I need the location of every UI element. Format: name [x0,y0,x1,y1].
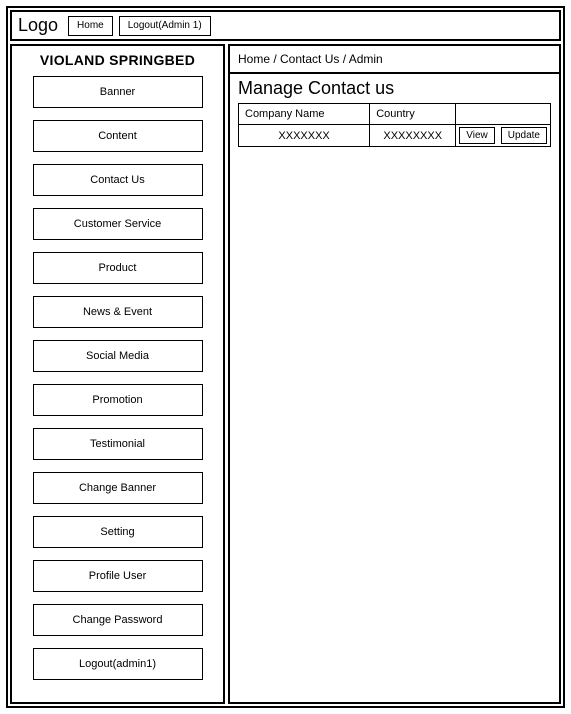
sidebar-item-profile-user[interactable]: Profile User [33,560,203,592]
update-button[interactable]: Update [501,127,547,144]
main-body: Manage Contact us Company Name Country X… [230,74,559,151]
sidebar-title: VIOLAND SPRINGBED [22,52,213,68]
main-panel: Home / Contact Us / Admin Manage Contact… [228,44,561,704]
sidebar-item-logout[interactable]: Logout(admin1) [33,648,203,680]
sidebar-item-content[interactable]: Content [33,120,203,152]
home-button[interactable]: Home [68,16,113,36]
sidebar-item-change-password[interactable]: Change Password [33,604,203,636]
sidebar-item-customer-service[interactable]: Customer Service [33,208,203,240]
sidebar-item-change-banner[interactable]: Change Banner [33,472,203,504]
logo: Logo [18,15,58,36]
page-title: Manage Contact us [238,78,551,99]
cell-country: XXXXXXXX [370,125,456,147]
sidebar-item-news-event[interactable]: News & Event [33,296,203,328]
logout-button[interactable]: Logout(Admin 1) [119,16,211,36]
col-actions [456,104,551,125]
sidebar-item-contact-us[interactable]: Contact Us [33,164,203,196]
col-company-name: Company Name [239,104,370,125]
app-frame: Logo Home Logout(Admin 1) VIOLAND SPRING… [6,6,565,708]
breadcrumb: Home / Contact Us / Admin [230,46,559,74]
col-country: Country [370,104,456,125]
content-row: VIOLAND SPRINGBED Banner Content Contact… [10,44,561,704]
view-button[interactable]: View [459,127,495,144]
cell-company: XXXXXXX [239,125,370,147]
cell-actions: View Update [456,125,551,147]
top-bar: Logo Home Logout(Admin 1) [10,10,561,41]
sidebar-item-social-media[interactable]: Social Media [33,340,203,372]
contact-table: Company Name Country XXXXXXX XXXXXXXX Vi… [238,103,551,147]
sidebar-item-product[interactable]: Product [33,252,203,284]
table-row: XXXXXXX XXXXXXXX View Update [239,125,551,147]
sidebar-item-promotion[interactable]: Promotion [33,384,203,416]
sidebar: VIOLAND SPRINGBED Banner Content Contact… [10,44,225,704]
sidebar-item-testimonial[interactable]: Testimonial [33,428,203,460]
table-header-row: Company Name Country [239,104,551,125]
sidebar-item-banner[interactable]: Banner [33,76,203,108]
sidebar-item-setting[interactable]: Setting [33,516,203,548]
